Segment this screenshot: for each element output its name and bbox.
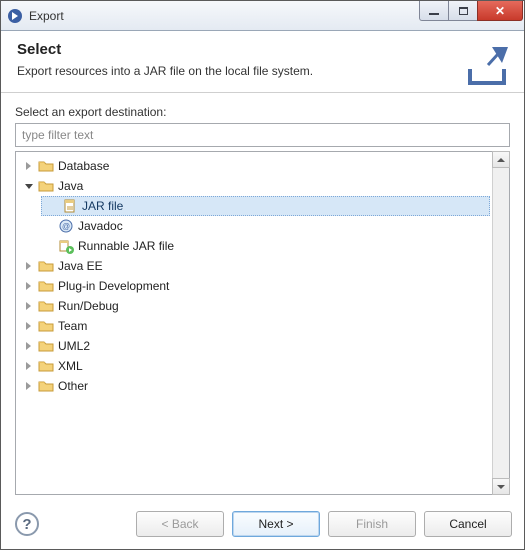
disclosure-none [22, 260, 34, 272]
javadoc-icon: @ [58, 218, 74, 234]
wizard-content: Select an export destination: Database Ja… [1, 93, 524, 501]
help-icon: ? [22, 516, 31, 533]
folder-icon [38, 338, 54, 354]
header-subtitle: Export resources into a JAR file on the … [17, 64, 508, 78]
back-button[interactable]: < Back [136, 511, 224, 537]
tree-item-label: XML [58, 359, 83, 373]
export-icon [464, 43, 510, 85]
disclosure-none [22, 340, 34, 352]
folder-icon [38, 298, 54, 314]
export-tree[interactable]: Database Java JAR file @ Javadoc Runnable JAR… [16, 152, 492, 494]
jar-icon [62, 198, 78, 214]
filter-input[interactable] [15, 123, 510, 147]
tree-children: JAR file @ Javadoc Runnable JAR file [18, 196, 490, 256]
tree-item-label: Java [58, 179, 83, 193]
tree-item-label: Java EE [58, 259, 103, 273]
disclosure-none [22, 300, 34, 312]
tree-item-label: Run/Debug [58, 299, 119, 313]
chevron-up-icon [497, 158, 505, 162]
disclosure-open-icon[interactable] [22, 180, 34, 192]
help-button[interactable]: ? [15, 512, 39, 536]
folder-icon [38, 158, 54, 174]
cancel-button[interactable]: Cancel [424, 511, 512, 537]
tree-item[interactable]: @ Javadoc [38, 216, 490, 236]
next-button[interactable]: Next > [232, 511, 320, 537]
scrollbar-track[interactable] [493, 167, 509, 479]
tree-item-label: UML2 [58, 339, 90, 353]
scrollbar-down-button[interactable] [492, 478, 510, 495]
disclosure-none [22, 280, 34, 292]
folder-icon [38, 178, 54, 194]
vertical-scrollbar[interactable] [492, 152, 509, 494]
tree-item[interactable]: Java [18, 176, 490, 196]
scrollbar-up-button[interactable] [492, 151, 510, 168]
app-icon [7, 8, 23, 24]
tree-item-label: Plug-in Development [58, 279, 169, 293]
folder-icon [38, 378, 54, 394]
tree-item[interactable]: Team [18, 316, 490, 336]
maximize-icon [459, 7, 468, 15]
close-icon: ✕ [495, 4, 505, 18]
tree-item-label: Team [58, 319, 87, 333]
disclosure-none [22, 160, 34, 172]
header-title: Select [17, 41, 508, 58]
runjar-icon [58, 238, 74, 254]
close-button[interactable]: ✕ [477, 1, 523, 21]
tree-container: Database Java JAR file @ Javadoc Runnable JAR… [15, 151, 510, 495]
tree-item[interactable]: XML [18, 356, 490, 376]
tree-item-label: Javadoc [78, 219, 123, 233]
tree-item[interactable]: Runnable JAR file [38, 236, 490, 256]
finish-button[interactable]: Finish [328, 511, 416, 537]
tree-item[interactable]: Run/Debug [18, 296, 490, 316]
minimize-icon [429, 13, 439, 15]
tree-item[interactable]: Plug-in Development [18, 276, 490, 296]
folder-icon [38, 278, 54, 294]
tree-item[interactable]: Other [18, 376, 490, 396]
title-bar[interactable]: Export ✕ [1, 1, 524, 31]
folder-icon [38, 318, 54, 334]
minimize-button[interactable] [419, 1, 449, 21]
tree-item-label: Other [58, 379, 88, 393]
tree-item[interactable]: JAR file [41, 196, 490, 216]
tree-item[interactable]: Java EE [18, 256, 490, 276]
disclosure-none [42, 240, 54, 252]
button-bar: ? < Back Next > Finish Cancel [1, 501, 524, 549]
disclosure-none [22, 320, 34, 332]
disclosure-none [42, 220, 54, 232]
maximize-button[interactable] [448, 1, 478, 21]
window-controls: ✕ [420, 1, 524, 30]
svg-text:@: @ [62, 222, 70, 231]
export-dialog: Export ✕ Select Export resources into a … [0, 0, 525, 550]
tree-item[interactable]: UML2 [18, 336, 490, 356]
wizard-header: Select Export resources into a JAR file … [1, 31, 524, 93]
disclosure-none [22, 380, 34, 392]
tree-item-label: Runnable JAR file [78, 239, 174, 253]
destination-label: Select an export destination: [15, 105, 510, 119]
chevron-down-icon [497, 485, 505, 489]
window-title: Export [29, 9, 420, 23]
tree-item[interactable]: Database [18, 156, 490, 176]
disclosure-none [46, 200, 58, 212]
folder-icon [38, 358, 54, 374]
tree-item-label: Database [58, 159, 109, 173]
tree-item-label: JAR file [82, 199, 123, 213]
disclosure-none [22, 360, 34, 372]
folder-icon [38, 258, 54, 274]
